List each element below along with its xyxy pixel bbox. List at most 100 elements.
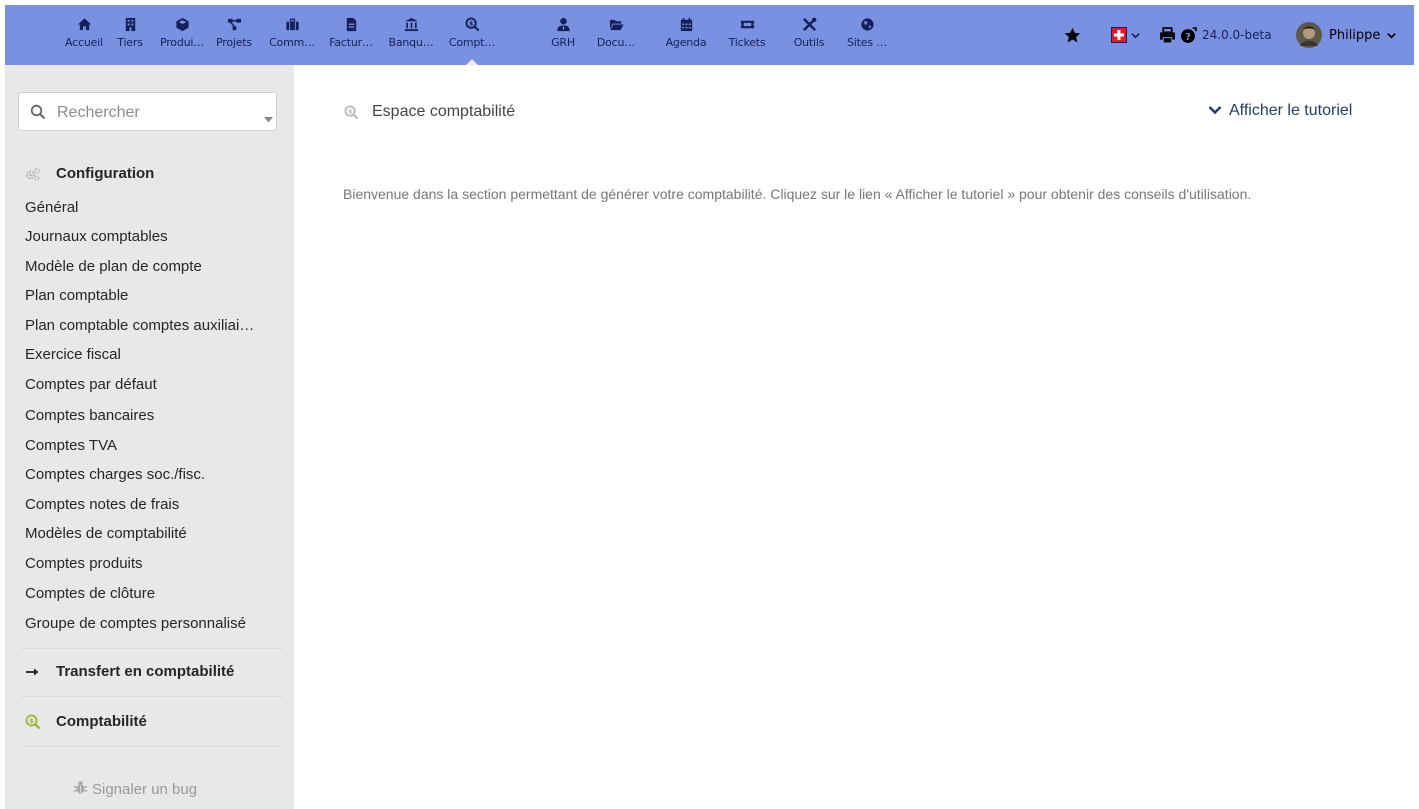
help-icon: ? xyxy=(1180,26,1197,44)
menu-item-groupe-comptes-personnalise[interactable]: Groupe de comptes personnalisé xyxy=(25,615,246,632)
search-icon xyxy=(30,104,46,125)
bug-icon xyxy=(73,780,88,799)
show-tutorial-link[interactable]: Afficher le tutoriel xyxy=(1208,102,1352,120)
search-dollar-icon: $ xyxy=(25,714,41,730)
show-tutorial-label: Afficher le tutoriel xyxy=(1229,102,1353,119)
menu-item-comptes-bancaires[interactable]: Comptes bancaires xyxy=(25,407,154,424)
menu-section-title: Transfert en comptabilité xyxy=(56,663,235,680)
nav-label: Tickets xyxy=(728,36,766,49)
menu-item-comptes-tva[interactable]: Comptes TVA xyxy=(25,437,117,454)
menu-item-exercice-fiscal[interactable]: Exercice fiscal xyxy=(25,346,121,363)
building-icon xyxy=(123,16,138,32)
menu-item-comptes-notes-de-frais[interactable]: Comptes notes de frais xyxy=(25,496,179,513)
nav-item-facturation[interactable]: Factur… xyxy=(321,5,381,65)
search-input[interactable] xyxy=(55,101,249,125)
user-tie-icon xyxy=(556,16,571,32)
project-diagram-icon xyxy=(227,16,242,32)
menu-search-box[interactable] xyxy=(18,92,277,131)
menu-section-title: Comptabilité xyxy=(56,713,147,730)
nav-label: Agenda xyxy=(665,36,707,49)
invoice-icon xyxy=(344,16,359,32)
active-tab-marker xyxy=(466,59,478,65)
avatar xyxy=(1296,22,1322,48)
nav-item-outils[interactable]: Outils xyxy=(779,5,839,65)
language-selector[interactable] xyxy=(1111,5,1141,65)
menu-divider xyxy=(21,746,283,747)
cube-icon xyxy=(175,16,190,32)
menu-item-journaux-comptables[interactable]: Journaux comptables xyxy=(25,228,168,245)
language-flag-icon xyxy=(1111,27,1127,43)
print-button[interactable] xyxy=(1159,5,1176,65)
welcome-text: Bienvenue dans la section permettant de … xyxy=(343,186,1252,202)
svg-text:$: $ xyxy=(468,20,472,27)
nav-label: Comm… xyxy=(269,36,315,49)
version-text: 24.0.0-beta xyxy=(1202,28,1272,42)
menu-item-general[interactable]: Général xyxy=(25,199,78,216)
nav-label: Projets xyxy=(216,36,252,49)
left-menu-panel: Configuration Général Journaux comptable… xyxy=(5,65,294,809)
nav-label: Outils xyxy=(793,36,825,49)
print-icon xyxy=(1159,26,1176,44)
nav-item-tiers[interactable]: Tiers xyxy=(100,5,160,65)
top-menu-bar: Accueil Tiers Produi… Projets Comm… Fact… xyxy=(5,5,1414,65)
version-label: 24.0.0-beta xyxy=(1202,5,1272,65)
nav-item-comptabilite[interactable]: $ Compt… xyxy=(442,5,502,65)
menu-item-comptes-produits[interactable]: Comptes produits xyxy=(25,555,143,572)
svg-text:?: ? xyxy=(1185,31,1191,42)
nav-label: Accueil xyxy=(65,36,103,49)
nav-item-projets[interactable]: Projets xyxy=(204,5,264,65)
briefcase-icon xyxy=(285,16,300,32)
dropdown-caret-icon[interactable] xyxy=(264,110,273,128)
menu-section-configuration[interactable]: Configuration xyxy=(25,165,154,182)
nav-label: Sites … xyxy=(847,36,887,49)
menu-item-modele-plan-compte[interactable]: Modèle de plan de compte xyxy=(25,258,202,275)
folder-open-icon xyxy=(609,16,624,32)
menu-item-plan-comptable-auxiliaires[interactable]: Plan comptable comptes auxiliai… xyxy=(25,317,254,334)
nav-label: Produi… xyxy=(159,36,205,49)
search-dollar-icon: $ xyxy=(344,105,359,125)
menu-item-comptes-charges[interactable]: Comptes charges soc./fisc. xyxy=(25,466,205,483)
chevron-down-icon xyxy=(1130,30,1141,41)
chevron-down-icon xyxy=(1386,30,1397,41)
menu-item-comptes-cloture[interactable]: Comptes de clôture xyxy=(25,585,155,602)
report-bug-label: Signaler un bug xyxy=(92,781,198,798)
menu-item-comptes-par-defaut[interactable]: Comptes par défaut xyxy=(25,376,157,393)
globe-icon xyxy=(860,16,875,32)
nav-label: Docu… xyxy=(596,36,636,49)
nav-item-documents[interactable]: Docu… xyxy=(586,5,646,65)
nav-label: Factur… xyxy=(329,36,373,49)
ticket-icon xyxy=(740,16,755,32)
cogs-icon xyxy=(25,166,41,182)
arrow-right-icon xyxy=(25,664,41,680)
home-icon xyxy=(77,16,92,32)
page-title: Espace comptabilité xyxy=(372,103,516,120)
star-icon xyxy=(1064,27,1081,44)
nav-item-banques[interactable]: Banqu… xyxy=(381,5,441,65)
report-bug-link[interactable]: Signaler un bug xyxy=(73,780,197,799)
menu-divider xyxy=(21,696,283,697)
nav-item-sites[interactable]: Sites … xyxy=(837,5,897,65)
nav-item-produits[interactable]: Produi… xyxy=(152,5,212,65)
svg-text:$: $ xyxy=(29,717,34,725)
nav-item-commercial[interactable]: Comm… xyxy=(262,5,322,65)
menu-divider xyxy=(21,648,283,649)
username: Philippe xyxy=(1329,27,1381,43)
user-menu[interactable]: Philippe xyxy=(1296,5,1397,65)
nav-item-agenda[interactable]: Agenda xyxy=(656,5,716,65)
menu-item-plan-comptable[interactable]: Plan comptable xyxy=(25,287,128,304)
chevron-down-icon xyxy=(1208,102,1222,120)
calendar-icon xyxy=(679,16,694,32)
nav-label: Tiers xyxy=(117,36,143,49)
tools-icon xyxy=(802,16,817,32)
menu-section-comptabilite[interactable]: $ Comptabilité xyxy=(25,713,147,730)
university-icon xyxy=(404,16,419,32)
help-button[interactable]: ? xyxy=(1180,5,1197,65)
svg-text:$: $ xyxy=(348,108,352,115)
menu-item-modeles-comptabilite[interactable]: Modèles de comptabilité xyxy=(25,525,187,542)
nav-item-tickets[interactable]: Tickets xyxy=(717,5,777,65)
menu-section-title: Configuration xyxy=(56,165,155,182)
menu-section-transfert[interactable]: Transfert en comptabilité xyxy=(25,663,234,680)
bookmarks-button[interactable] xyxy=(1064,5,1081,65)
nav-label: Banqu… xyxy=(388,36,434,49)
nav-item-grh[interactable]: GRH xyxy=(533,5,593,65)
